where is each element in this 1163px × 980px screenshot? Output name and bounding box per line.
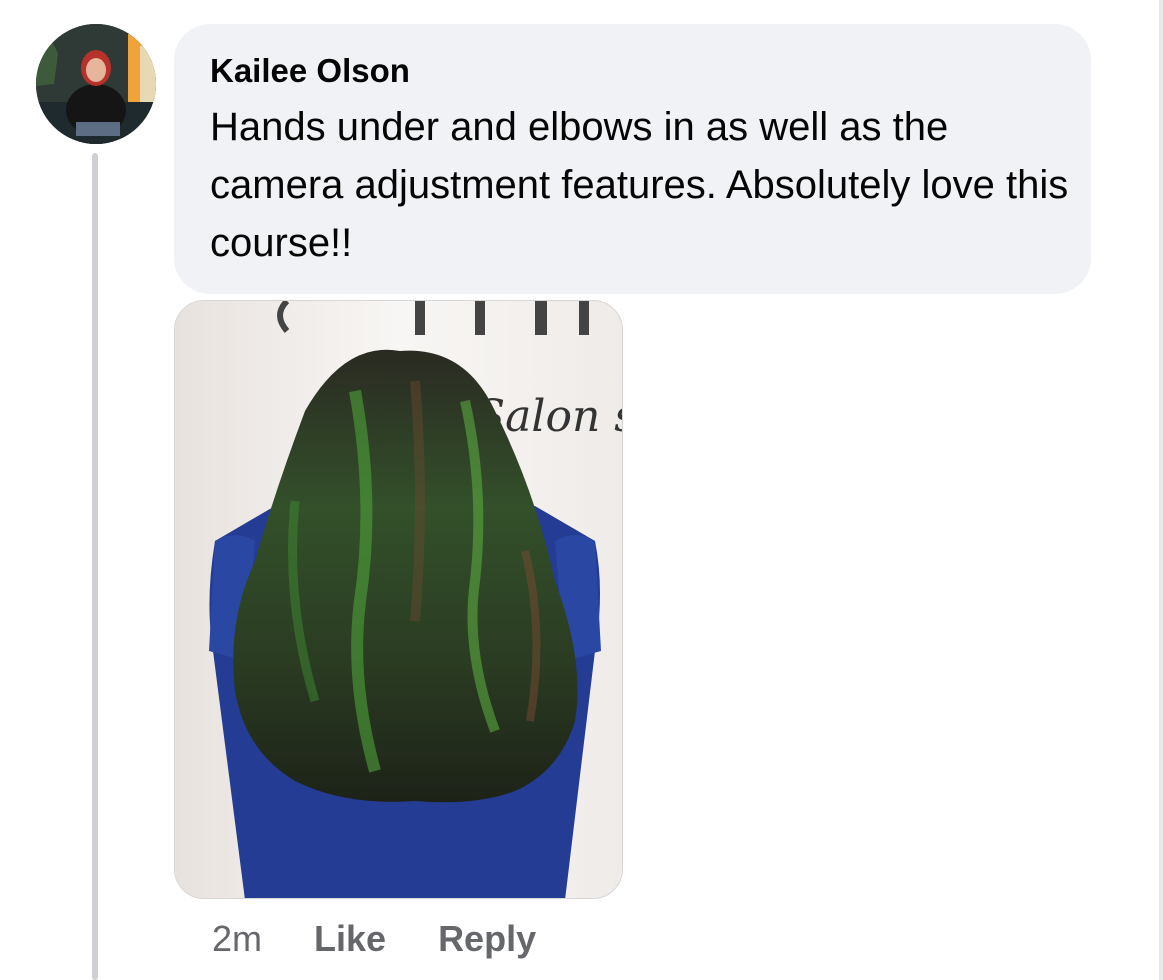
reply-button[interactable]: Reply <box>438 918 536 960</box>
comment-author[interactable]: Kailee Olson <box>210 50 1055 92</box>
scrollbar-track <box>1159 0 1163 980</box>
avatar-image <box>36 24 156 144</box>
attached-photo[interactable]: Salon st <box>174 300 623 899</box>
comment-actions: 2m Like Reply <box>212 914 588 964</box>
comment-text: Hands under and elbows in as well as the… <box>210 105 1069 265</box>
avatar[interactable] <box>36 24 156 144</box>
comment-bubble: Kailee Olson Hands under and elbows in a… <box>174 24 1091 294</box>
reply-thread-line <box>92 153 98 980</box>
like-button[interactable]: Like <box>314 918 386 960</box>
attached-hair-photo: Salon st <box>175 301 622 898</box>
comment-timestamp[interactable]: 2m <box>212 918 262 960</box>
